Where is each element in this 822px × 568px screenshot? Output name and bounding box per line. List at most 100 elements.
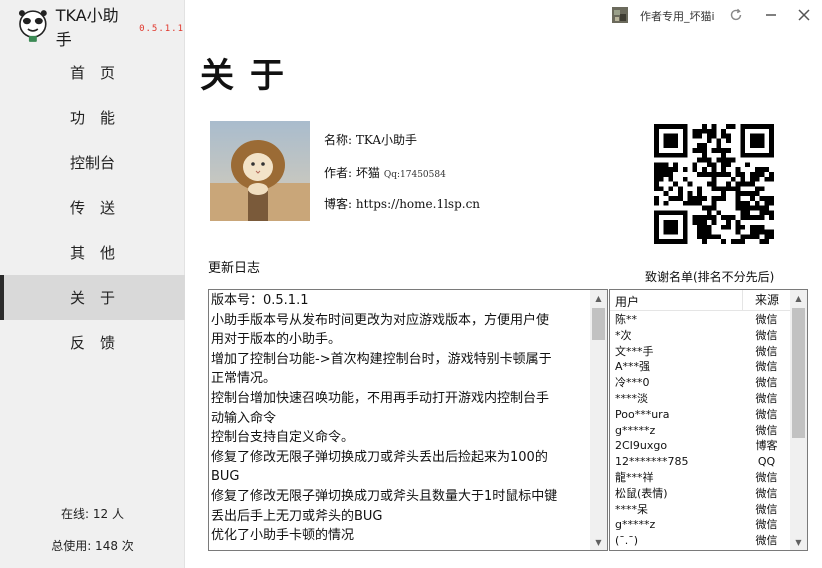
thanks-source: 微信 — [755, 376, 778, 390]
app-header: TKA小助手 0.5.1.1 — [16, 6, 184, 49]
update-log-textbox[interactable]: 版本号：0.5.1.1 小助手版本号从发布时间更改为对应游戏版本，方便用户使 用对于… — [208, 289, 608, 551]
user-avatar — [612, 7, 628, 23]
refresh-icon[interactable] — [726, 5, 746, 25]
log-line: 增加了控制台功能->首次构建控制台时，游戏特别卡顿属于 — [211, 351, 552, 367]
thanks-source: 微信 — [755, 360, 778, 374]
log-line: 动输入命令 — [211, 410, 277, 426]
thanks-source: 微信 — [755, 486, 778, 500]
thanks-user: ****淡 — [615, 391, 648, 405]
sidebar-item-other[interactable]: 其 他 — [0, 230, 185, 275]
thanks-source: 微信 — [755, 423, 778, 437]
thanks-user: *次 — [615, 328, 632, 342]
thanks-user: 冷***0 — [615, 376, 650, 390]
update-log-title: 更新日志 — [208, 261, 261, 276]
qr-code — [654, 124, 774, 244]
scroll-down-icon[interactable]: ▼ — [590, 534, 607, 550]
sidebar-item-label: 控制台 — [69, 154, 115, 172]
log-line: 用对于版本的小助手。 — [211, 332, 342, 348]
sidebar-nav: 首 页 功 能 控制台 传 送 其 他 关 于 反 馈 — [0, 50, 185, 365]
thanks-source: 微信 — [755, 518, 778, 532]
sidebar-item-teleport[interactable]: 传 送 — [0, 185, 185, 230]
table-row[interactable]: g*****z 微信 — [610, 423, 791, 439]
log-line: 修复了修改无限子弹切换成刀或斧头且数量大于1时鼠标中键 — [211, 488, 558, 504]
thanks-user: A***强 — [615, 360, 651, 374]
log-line: 正常情况。 — [211, 371, 277, 387]
sidebar-item-home[interactable]: 首 页 — [0, 50, 185, 95]
sidebar-item-feedback[interactable]: 反 馈 — [0, 320, 185, 365]
sidebar-item-label: 首 页 — [69, 64, 115, 82]
info-blog[interactable]: 博客: https://home.1lsp.cn — [324, 195, 480, 212]
log-line: 丢出后手上无刀或斧头的BUG — [211, 508, 383, 524]
table-row[interactable]: ****淡 微信 — [610, 391, 791, 407]
panda-meme-icon — [18, 10, 47, 42]
thanks-user: g*****z — [615, 518, 656, 532]
update-log-scrollbar[interactable]: ▲ ▼ — [590, 290, 607, 550]
thanks-user: 龍***祥 — [615, 470, 654, 484]
table-row[interactable]: 松鼠(表情) 微信 — [610, 486, 791, 502]
table-row[interactable]: 文***手 微信 — [610, 344, 791, 360]
info-author-row: 作者: 坏猫 Qq:17450584 — [324, 164, 446, 181]
thanks-source: 微信 — [755, 313, 778, 326]
scroll-down-icon[interactable]: ▼ — [790, 534, 807, 550]
column-header-user[interactable]: 用户 — [615, 293, 639, 310]
table-row[interactable]: 12*******785 QQ — [610, 454, 791, 470]
thanks-source: 微信 — [755, 534, 778, 548]
thanks-source: 微信 — [755, 344, 778, 358]
sidebar-item-console[interactable]: 控制台 — [0, 140, 185, 185]
table-row[interactable]: 龍***祥 微信 — [610, 470, 791, 486]
total-usage-count: 总使用: 148 次 — [51, 539, 134, 553]
sidebar-item-features[interactable]: 功 能 — [0, 95, 185, 140]
user-name: 作者专用_坏猫i — [640, 10, 715, 23]
sidebar-item-about[interactable]: 关 于 — [0, 275, 185, 320]
column-header-source[interactable]: 来源 — [742, 290, 791, 311]
sidebar-item-label: 传 送 — [69, 199, 115, 217]
table-row[interactable]: 2CI9uxgo 博客 — [610, 438, 791, 454]
thanks-list-header: 用户 来源 — [610, 290, 791, 311]
table-row[interactable]: ****呆 微信 — [610, 502, 791, 518]
thanks-list[interactable]: 用户 来源 陈** 微信 *次 微信 文***手 微信 A***强 微信 冷***0 微信 ****… — [609, 289, 808, 551]
table-row[interactable]: g*****z 微信 — [610, 517, 791, 533]
table-row[interactable]: Poo***ura 微信 — [610, 407, 791, 423]
log-line: 小助手版本号从发布时间更改为对应游戏版本，方便用户使 — [211, 312, 550, 328]
thanks-user: 12*******785 — [615, 455, 689, 469]
thanks-list-scroll-thumb[interactable] — [792, 308, 805, 438]
sidebar-item-label: 关 于 — [69, 289, 115, 307]
minimize-icon[interactable] — [761, 5, 781, 25]
info-name: 名称: TKA小助手 — [324, 133, 418, 147]
sidebar-item-label: 反 馈 — [69, 334, 115, 352]
thanks-source: QQ — [757, 455, 776, 469]
page-title: 关于 — [200, 56, 300, 96]
table-row[interactable]: 冷***0 微信 — [610, 375, 791, 391]
thanks-list-scrollbar[interactable]: ▲ ▼ — [790, 290, 807, 550]
log-line: BUG — [211, 469, 240, 485]
close-icon[interactable] — [794, 5, 814, 25]
thanks-source: 微信 — [755, 470, 778, 484]
thanks-user: g*****z — [615, 423, 656, 437]
update-log-content: 版本号：0.5.1.1 小助手版本号从发布时间更改为对应游戏版本，方便用户使 用对于… — [211, 291, 587, 546]
thanks-user: 松鼠(表情) — [615, 486, 668, 500]
thanks-source: 微信 — [755, 407, 778, 421]
table-row[interactable]: 陈** 微信 — [610, 312, 791, 328]
sidebar-item-label: 其 他 — [69, 244, 115, 262]
app-title: TKA小助手 — [55, 6, 119, 49]
thanks-user: 2CI9uxgo — [615, 439, 668, 453]
sidebar-item-label: 功 能 — [69, 109, 115, 127]
table-row[interactable]: A***强 微信 — [610, 359, 791, 375]
log-line: 控制台增加快速召唤功能，不用再手动打开游戏内控制台手 — [211, 390, 550, 406]
info-qq: Qq:17450584 — [383, 170, 446, 180]
scroll-up-icon[interactable]: ▲ — [790, 290, 807, 306]
sidebar: TKA小助手 0.5.1.1 首 页 功 能 控制台 传 送 其 他 关 于 反… — [0, 0, 185, 568]
scroll-up-icon[interactable]: ▲ — [590, 290, 607, 306]
info-author: 作者: 坏猫 — [324, 166, 380, 180]
thanks-list-title: 致谢名单(排名不分先后) — [645, 270, 775, 284]
thanks-source: 微信 — [755, 391, 778, 405]
table-row[interactable]: *次 微信 — [610, 328, 791, 344]
thanks-user: ****呆 — [615, 502, 648, 516]
thanks-user: 陈** — [615, 313, 637, 326]
table-row[interactable]: (ˉ.ˉ) 微信 — [610, 533, 791, 549]
online-count: 在线: 12 人 — [61, 507, 124, 521]
thanks-rows: 陈** 微信 *次 微信 文***手 微信 A***强 微信 冷***0 微信 ****淡 微信 Poo… — [610, 312, 791, 549]
thanks-source: 微信 — [755, 502, 778, 516]
thanks-user: 文***手 — [615, 344, 654, 358]
update-log-scroll-thumb[interactable] — [592, 308, 605, 340]
